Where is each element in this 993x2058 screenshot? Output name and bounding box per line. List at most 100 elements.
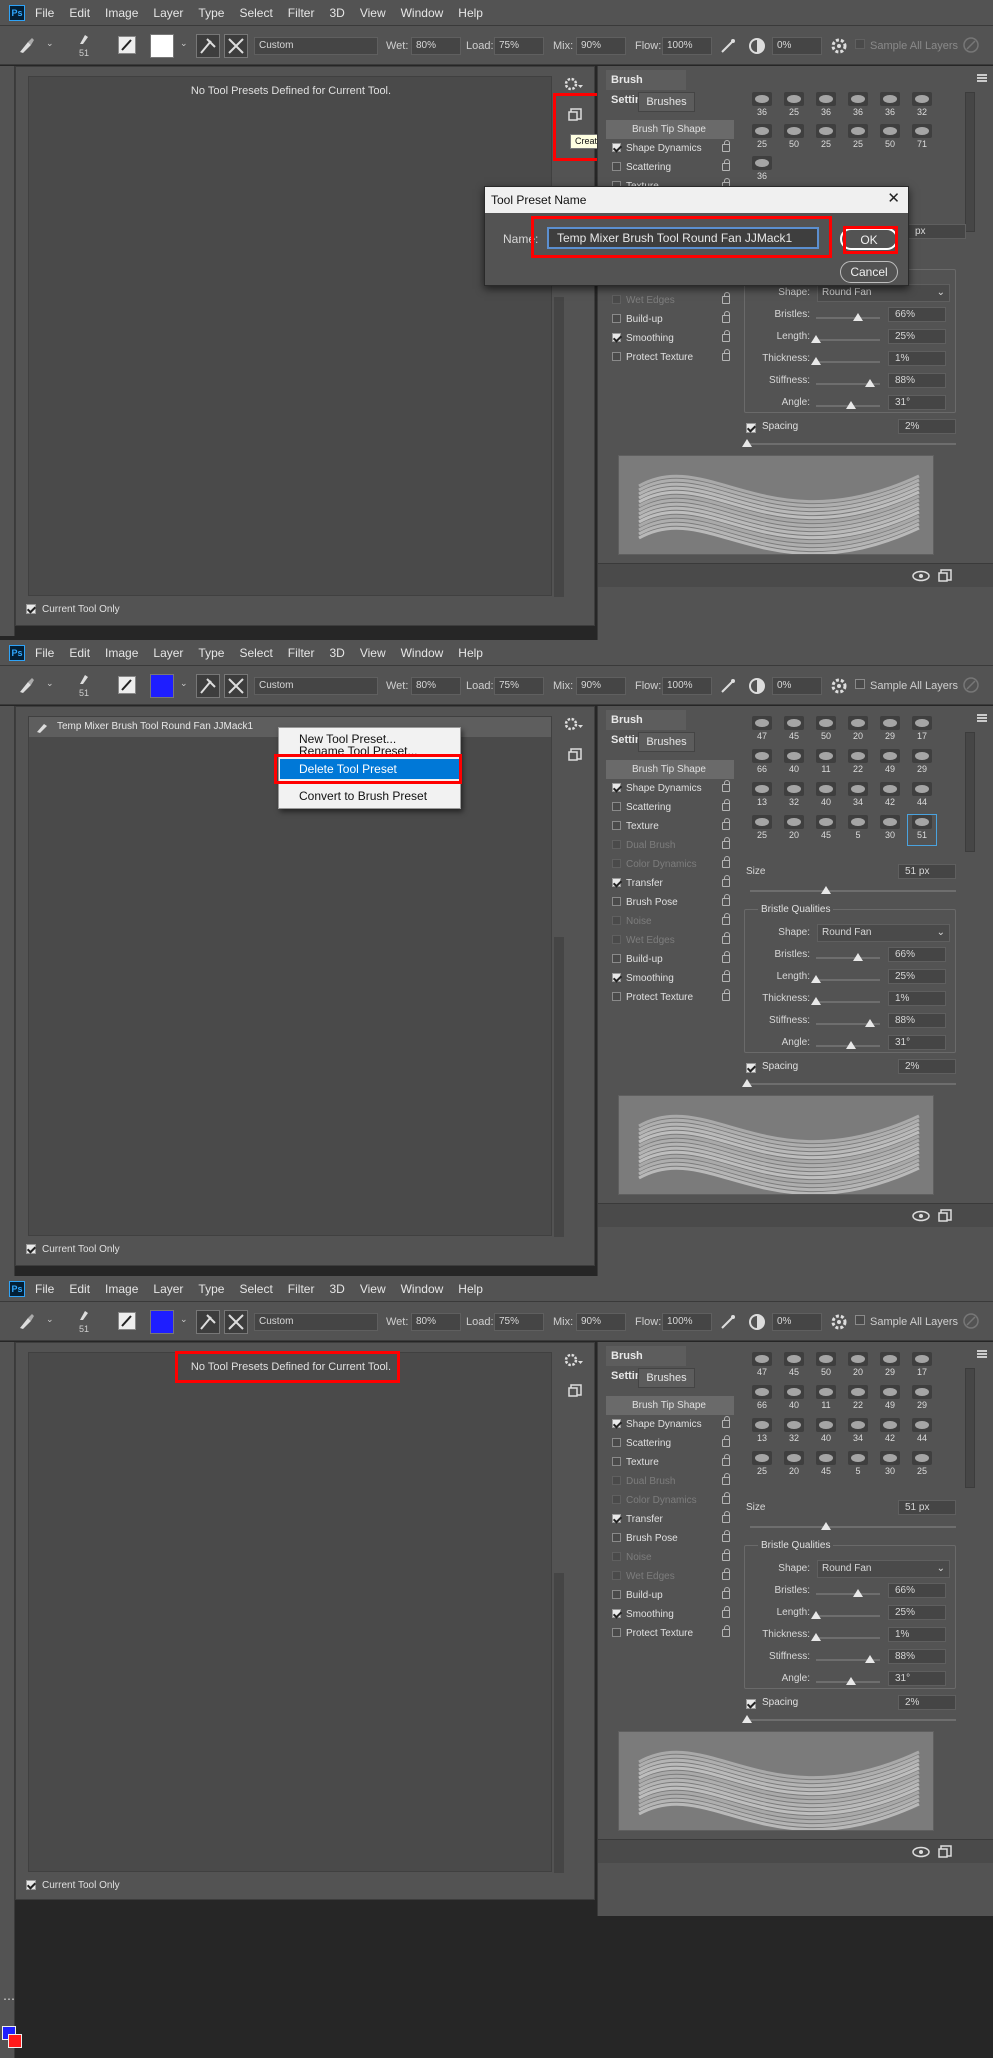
pressure-icon[interactable] bbox=[962, 36, 980, 54]
blend-preset-select[interactable]: Custom bbox=[254, 1313, 378, 1331]
brush-tip-cell[interactable]: 17 bbox=[908, 1352, 936, 1382]
brush-grid-scrollbar[interactable] bbox=[965, 92, 975, 232]
slider-value-field[interactable]: 66% bbox=[888, 947, 946, 962]
spacing-slider-thumb[interactable] bbox=[742, 1715, 752, 1723]
lock-icon[interactable] bbox=[722, 330, 730, 342]
menu-select[interactable]: Select bbox=[239, 646, 272, 660]
option-checkbox[interactable] bbox=[612, 352, 621, 361]
brush-option-color-dynamics[interactable]: Color Dynamics bbox=[606, 1491, 734, 1510]
new-brush-icon[interactable] bbox=[938, 569, 952, 583]
slider-thumb[interactable] bbox=[865, 1655, 875, 1663]
size-slider-thumb[interactable] bbox=[821, 1522, 831, 1530]
load-field[interactable]: 75% bbox=[494, 677, 544, 695]
lock-icon[interactable] bbox=[722, 1625, 730, 1637]
brush-tip-cell[interactable]: 50 bbox=[812, 716, 840, 746]
brush-tip-cell[interactable]: 36 bbox=[876, 92, 904, 122]
brush-tip-cell[interactable]: 5 bbox=[844, 1451, 872, 1481]
brush-option-wet-edges[interactable]: Wet Edges bbox=[606, 291, 734, 310]
brush-tip-cell[interactable]: 45 bbox=[780, 1352, 808, 1382]
brush-tip-cell[interactable]: 32 bbox=[780, 782, 808, 812]
lock-icon[interactable] bbox=[722, 311, 730, 323]
menu-view[interactable]: View bbox=[360, 1282, 386, 1296]
slider-thumb[interactable] bbox=[865, 379, 875, 387]
option-checkbox[interactable] bbox=[612, 935, 621, 944]
brush-option-smoothing[interactable]: Smoothing bbox=[606, 329, 734, 348]
spacing-checkbox[interactable] bbox=[746, 422, 756, 434]
wet-field[interactable]: 80% bbox=[411, 37, 461, 55]
angle-field[interactable]: 0% bbox=[772, 1313, 822, 1331]
brush-option-shape-dynamics[interactable]: Shape Dynamics bbox=[606, 779, 734, 798]
blend-preset-select[interactable]: Custom bbox=[254, 37, 378, 55]
gear-icon[interactable] bbox=[830, 37, 848, 55]
slider-value-field[interactable]: 1% bbox=[888, 351, 946, 366]
mixer-brush-icon[interactable] bbox=[18, 36, 36, 54]
menu-filter[interactable]: Filter bbox=[288, 6, 315, 20]
brush-option-transfer[interactable]: Transfer bbox=[606, 1510, 734, 1529]
option-checkbox[interactable] bbox=[612, 783, 621, 792]
brush-tip-cell[interactable]: 25 bbox=[748, 1451, 776, 1481]
brush-settings-tab[interactable]: Brush Settings bbox=[606, 710, 686, 746]
menu-select[interactable]: Select bbox=[239, 1282, 272, 1296]
slider-track[interactable] bbox=[816, 1637, 880, 1639]
option-checkbox[interactable] bbox=[612, 1609, 621, 1618]
lock-icon[interactable] bbox=[722, 1473, 730, 1485]
sample-all-checkbox[interactable] bbox=[855, 678, 865, 690]
new-preset-icon[interactable] bbox=[568, 108, 582, 122]
option-checkbox[interactable] bbox=[612, 1628, 621, 1637]
slider-value-field[interactable]: 31° bbox=[888, 1035, 946, 1050]
lock-icon[interactable] bbox=[722, 1416, 730, 1428]
slider-thumb[interactable] bbox=[811, 335, 821, 343]
lock-icon[interactable] bbox=[722, 292, 730, 304]
brush-tip-cell[interactable]: 20 bbox=[844, 716, 872, 746]
option-checkbox[interactable] bbox=[612, 333, 621, 342]
lock-icon[interactable] bbox=[722, 932, 730, 944]
load-brush-icon[interactable] bbox=[196, 674, 220, 698]
lock-icon[interactable] bbox=[722, 159, 730, 171]
option-checkbox[interactable] bbox=[612, 1533, 621, 1542]
lock-icon[interactable] bbox=[722, 837, 730, 849]
angle-icon[interactable] bbox=[748, 1313, 766, 1331]
spacing-slider-thumb[interactable] bbox=[742, 439, 752, 447]
option-checkbox[interactable] bbox=[612, 1457, 621, 1466]
menu-convert-to-brush-preset[interactable]: Convert to Brush Preset bbox=[280, 786, 459, 806]
mixer-brush-icon[interactable] bbox=[18, 676, 36, 694]
brush-tip-cell[interactable]: 34 bbox=[844, 782, 872, 812]
menu-3d[interactable]: 3D bbox=[329, 646, 344, 660]
pressure-icon[interactable] bbox=[962, 1312, 980, 1330]
lock-icon[interactable] bbox=[722, 913, 730, 925]
spacing-field[interactable]: 2% bbox=[898, 1059, 956, 1074]
slider-track[interactable] bbox=[816, 339, 880, 341]
slider-track[interactable] bbox=[816, 1001, 880, 1003]
slider-value-field[interactable]: 88% bbox=[888, 1013, 946, 1028]
brushes-button[interactable]: Brushes bbox=[638, 1368, 695, 1388]
brush-tip-cell[interactable]: 30 bbox=[876, 1451, 904, 1481]
spacing-slider-track[interactable] bbox=[750, 1083, 956, 1085]
brush-tip-cell[interactable]: 47 bbox=[748, 1352, 776, 1382]
menu-filter[interactable]: Filter bbox=[288, 1282, 315, 1296]
brush-tip-cell[interactable]: 44 bbox=[908, 782, 936, 812]
brush-option-protect-texture[interactable]: Protect Texture bbox=[606, 988, 734, 1007]
mix-field[interactable]: 90% bbox=[576, 677, 626, 695]
menu-help[interactable]: Help bbox=[458, 6, 483, 20]
lock-icon[interactable] bbox=[722, 1435, 730, 1447]
more-tools-icon[interactable]: ⋯ bbox=[3, 1992, 15, 2006]
brush-option-smoothing[interactable]: Smoothing bbox=[606, 969, 734, 988]
new-preset-icon[interactable] bbox=[568, 1384, 582, 1398]
brush-option-color-dynamics[interactable]: Color Dynamics bbox=[606, 855, 734, 874]
chevron-down-icon[interactable]: ⌄ bbox=[46, 38, 54, 49]
slider-thumb[interactable] bbox=[811, 357, 821, 365]
brush-option-wet-edges[interactable]: Wet Edges bbox=[606, 931, 734, 950]
option-checkbox[interactable] bbox=[612, 916, 621, 925]
lock-icon[interactable] bbox=[722, 140, 730, 152]
slider-thumb[interactable] bbox=[811, 1633, 821, 1641]
lock-icon[interactable] bbox=[722, 1454, 730, 1466]
brush-option-scattering[interactable]: Scattering bbox=[606, 1434, 734, 1453]
brush-option-transfer[interactable]: Transfer bbox=[606, 874, 734, 893]
brush-option-build-up[interactable]: Build-up bbox=[606, 1586, 734, 1605]
menu-3d[interactable]: 3D bbox=[329, 1282, 344, 1296]
option-checkbox[interactable] bbox=[612, 1514, 621, 1523]
size-field[interactable]: 51 px bbox=[898, 864, 956, 879]
brush-option-smoothing[interactable]: Smoothing bbox=[606, 1605, 734, 1624]
brush-tip-cell[interactable]: 25 bbox=[844, 124, 872, 154]
clean-brush-icon[interactable] bbox=[224, 674, 248, 698]
